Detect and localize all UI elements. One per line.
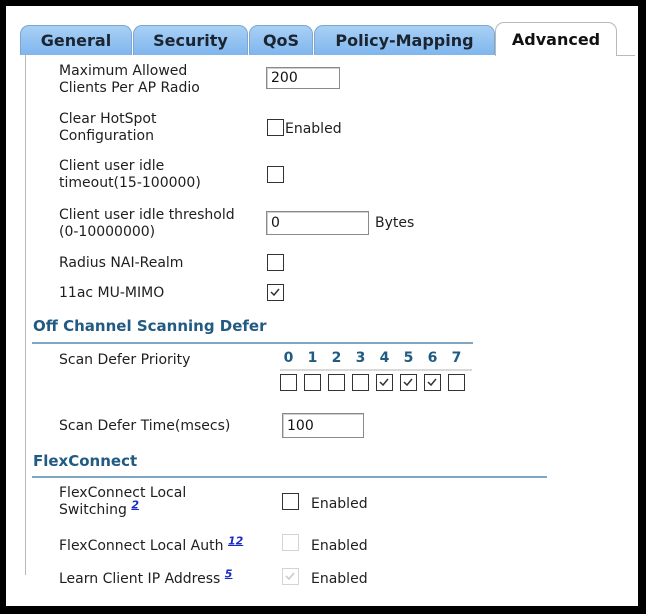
tab-divider <box>617 55 635 56</box>
advanced-settings-panel: General Security QoS Policy-Mapping Adva… <box>6 6 638 606</box>
tab-security[interactable]: Security <box>133 25 248 55</box>
priority-4-checkbox[interactable] <box>376 374 393 391</box>
local-switching-checkbox[interactable] <box>282 493 299 510</box>
max-clients-input[interactable] <box>266 67 340 89</box>
tab-bar: General Security QoS Policy-Mapping Adva… <box>18 22 638 56</box>
tab-label: Policy-Mapping <box>335 31 474 50</box>
radius-nai-label: Radius NAI-Realm <box>59 255 184 271</box>
tab-label: QoS <box>262 31 300 50</box>
local-switching-label: FlexConnect Local Switching 2 <box>59 485 187 518</box>
priority-0-checkbox[interactable] <box>280 374 297 391</box>
priority-number: 4 <box>379 350 390 366</box>
priority-number: 3 <box>355 350 366 366</box>
local-auth-enabled-label: Enabled <box>311 538 368 554</box>
idle-timeout-checkbox[interactable] <box>267 166 284 183</box>
mu-mimo-label: 11ac MU-MIMO <box>59 285 165 301</box>
learn-ip-label: Learn Client IP Address 5 <box>59 567 233 587</box>
priority-rule <box>280 369 472 371</box>
checkmark-icon <box>403 378 413 387</box>
checkmark-icon <box>270 288 280 297</box>
priority-6-checkbox[interactable] <box>424 374 441 391</box>
idle-timeout-label: Client user idle timeout(15-100000) <box>59 158 201 191</box>
section-rule <box>32 476 547 478</box>
tab-label: General <box>40 31 112 50</box>
clear-hotspot-enabled-label: Enabled <box>285 121 342 137</box>
tab-qos[interactable]: QoS <box>249 25 313 55</box>
section-rule <box>32 342 473 344</box>
scan-defer-time-label: Scan Defer Time(msecs) <box>59 418 231 434</box>
off-channel-section-title: Off Channel Scanning Defer <box>33 317 267 335</box>
tab-label: Security <box>153 31 228 50</box>
local-switching-enabled-label: Enabled <box>311 496 368 512</box>
idle-threshold-input[interactable] <box>266 211 369 235</box>
clear-hotspot-checkbox[interactable] <box>267 119 284 136</box>
priority-1-checkbox[interactable] <box>304 374 321 391</box>
tab-policy-mapping[interactable]: Policy-Mapping <box>314 25 495 55</box>
local-auth-label: FlexConnect Local Auth 12 <box>59 534 244 554</box>
priority-number: 1 <box>307 350 318 366</box>
tab-label: Advanced <box>511 30 601 49</box>
checkmark-icon <box>427 378 437 387</box>
footnote-link[interactable]: 5 <box>225 567 233 580</box>
content-border <box>25 55 26 575</box>
checkmark-icon <box>379 378 389 387</box>
local-auth-checkbox[interactable] <box>282 534 299 551</box>
scan-defer-time-input[interactable] <box>282 413 364 438</box>
mu-mimo-checkbox[interactable] <box>267 284 284 301</box>
learn-ip-checkbox[interactable] <box>282 568 299 585</box>
flexconnect-section-title: FlexConnect <box>33 452 138 470</box>
radius-nai-checkbox[interactable] <box>267 254 284 271</box>
priority-number: 6 <box>427 350 438 366</box>
tab-advanced[interactable]: Advanced <box>495 22 617 56</box>
checkmark-icon <box>285 572 295 581</box>
priority-number: 0 <box>283 350 294 366</box>
priority-number: 2 <box>331 350 342 366</box>
priority-3-checkbox[interactable] <box>352 374 369 391</box>
scan-defer-priority-label: Scan Defer Priority <box>59 352 191 368</box>
priority-7-checkbox[interactable] <box>448 374 465 391</box>
idle-threshold-label: Client user idle threshold (0-10000000) <box>59 207 235 240</box>
priority-2-checkbox[interactable] <box>328 374 345 391</box>
priority-5-checkbox[interactable] <box>400 374 417 391</box>
priority-number: 7 <box>451 350 462 366</box>
max-clients-label: Maximum Allowed Clients Per AP Radio <box>59 63 200 96</box>
idle-threshold-unit: Bytes <box>375 215 415 231</box>
priority-number: 5 <box>403 350 414 366</box>
learn-ip-enabled-label: Enabled <box>311 571 368 587</box>
footnote-link[interactable]: 2 <box>131 498 139 511</box>
clear-hotspot-label: Clear HotSpot Configuration <box>59 111 157 144</box>
footnote-link[interactable]: 12 <box>228 534 243 547</box>
tab-general[interactable]: General <box>20 25 132 55</box>
